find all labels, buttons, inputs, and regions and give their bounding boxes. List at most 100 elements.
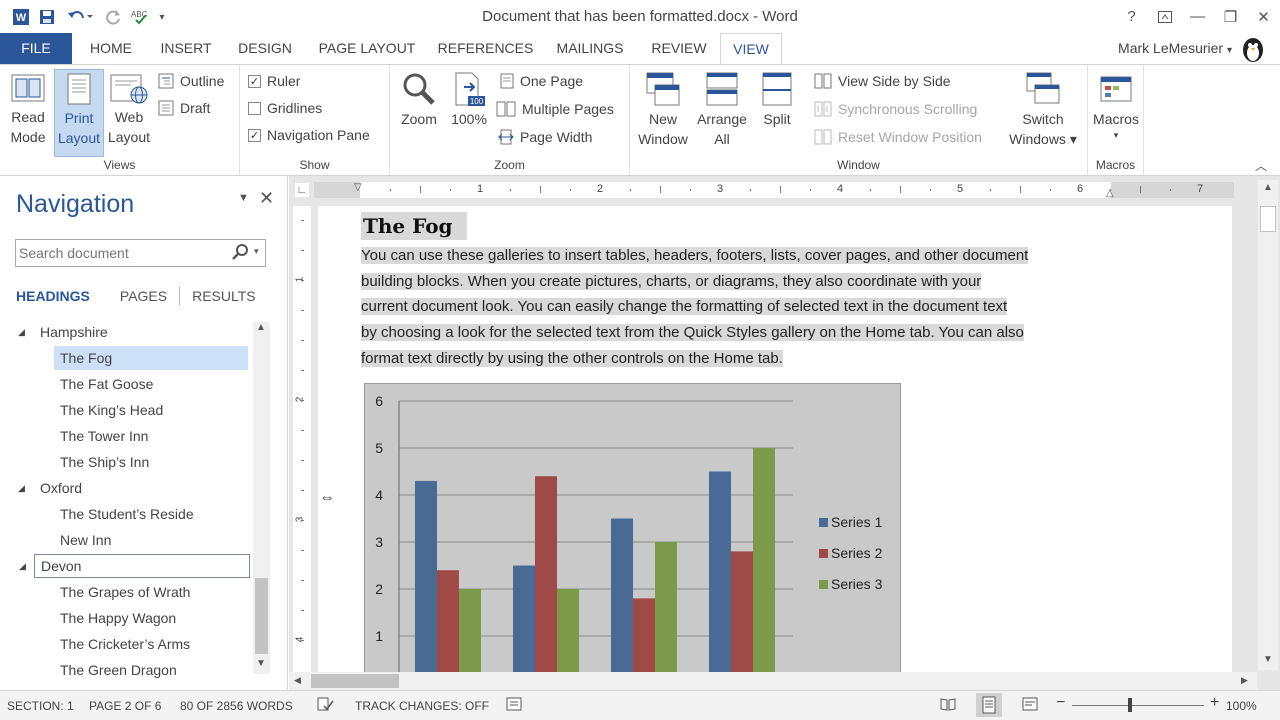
horizontal-ruler[interactable]: ▽ △ 1234567	[314, 182, 1234, 199]
help-button[interactable]: ?	[1115, 0, 1148, 33]
search-dropdown-icon[interactable]: ▾	[254, 246, 259, 257]
nav-subheading-item[interactable]: The Cricketer’s Arms	[54, 632, 248, 656]
zoom-out-button[interactable]: −	[1056, 694, 1065, 712]
split-button[interactable]: Split	[754, 69, 800, 129]
word-count[interactable]: 80 OF 2856 WORDS	[180, 699, 293, 713]
draft-button[interactable]: Draft	[158, 100, 210, 116]
tab-references[interactable]: REFERENCES	[433, 33, 538, 65]
nav-subheading-item[interactable]: New Inn	[54, 528, 248, 552]
arrange-all-button[interactable]: Arrange All	[694, 69, 750, 149]
tab-insert[interactable]: INSERT	[151, 33, 221, 65]
nav-heading-item[interactable]: ◢ Devon	[19, 554, 250, 578]
nav-subheading-item[interactable]: The Ship’s Inn	[54, 450, 248, 474]
minimize-button[interactable]: —	[1181, 0, 1214, 33]
tab-headings[interactable]: HEADINGS	[16, 287, 102, 305]
one-page-button[interactable]: One Page	[500, 73, 583, 89]
nav-subheading-item[interactable]: The King’s Head	[54, 398, 248, 422]
navigation-scrollbar[interactable]: ▲ ▼	[253, 322, 270, 674]
tab-design[interactable]: DESIGN	[229, 33, 301, 65]
ruler-checkbox[interactable]: ✓ Ruler	[248, 73, 300, 89]
macro-record-icon[interactable]	[506, 696, 522, 715]
zoom-100-button[interactable]: 100 100%	[446, 69, 492, 129]
section-indicator[interactable]: SECTION: 1	[7, 699, 74, 713]
reset-window-position-button[interactable]: Reset Window Position	[814, 129, 982, 145]
zoom-in-button[interactable]: +	[1210, 694, 1219, 712]
proofing-icon[interactable]	[316, 696, 334, 715]
gridlines-checkbox[interactable]: Gridlines	[248, 100, 322, 116]
zoom-button[interactable]: Zoom	[396, 69, 442, 129]
print-layout-button[interactable]: Print Layout	[54, 69, 104, 157]
scroll-down-icon[interactable]: ▼	[256, 658, 266, 669]
expand-triangle-icon[interactable]: ◢	[19, 555, 26, 577]
scroll-thumb[interactable]	[255, 578, 268, 654]
nav-heading-item[interactable]: ◢ Oxford	[18, 476, 250, 500]
tab-mailings[interactable]: MAILINGS	[547, 33, 633, 65]
page-width-button[interactable]: Page Width	[498, 129, 592, 145]
tab-pages[interactable]: PAGES	[108, 287, 179, 305]
tab-results[interactable]: RESULTS	[179, 287, 268, 305]
ribbon-display-options-icon[interactable]	[1148, 0, 1181, 33]
document-paragraph[interactable]: You can use these galleries to insert ta…	[361, 243, 1113, 372]
view-side-by-side-button[interactable]: View Side by Side	[814, 73, 951, 89]
page-indicator[interactable]: PAGE 2 OF 6	[89, 699, 161, 713]
nav-subheading-item[interactable]: The Green Dragon	[54, 658, 248, 682]
close-button[interactable]: ✕	[1247, 0, 1280, 33]
scroll-right-icon[interactable]: ▶	[1241, 675, 1248, 686]
nav-subheading-item[interactable]: The Fat Goose	[54, 372, 248, 396]
zoom-level[interactable]: 100%	[1226, 699, 1257, 713]
nav-subheading-item[interactable]: The Student’s Reside	[54, 502, 248, 526]
synchronous-scrolling-button[interactable]: Synchronous Scrolling	[814, 101, 977, 117]
nav-subheading-item[interactable]: The Happy Wagon	[54, 606, 248, 630]
expand-triangle-icon[interactable]: ◢	[18, 476, 25, 500]
switch-windows-button[interactable]: Switch Windows ▾	[1008, 69, 1078, 149]
scroll-down-icon[interactable]: ▼	[1263, 654, 1273, 665]
new-window-button[interactable]: New Window	[634, 69, 692, 149]
close-pane-icon[interactable]: ✕	[259, 188, 274, 209]
zoom-slider-track[interactable]	[1072, 705, 1204, 706]
tab-home[interactable]: HOME	[80, 33, 142, 65]
indent-marker-icon[interactable]: ▽	[354, 182, 362, 193]
navigation-pane-checkbox[interactable]: ✓ Navigation Pane	[248, 127, 370, 143]
vertical-scrollbar[interactable]: ▲ ▼	[1258, 180, 1278, 670]
scroll-up-icon[interactable]: ▲	[1263, 182, 1273, 193]
tab-review[interactable]: REVIEW	[641, 33, 717, 65]
nav-subheading-item[interactable]: The Grapes of Wrath	[54, 580, 248, 604]
restore-button[interactable]: ❐	[1214, 0, 1247, 33]
scroll-up-icon[interactable]: ▲	[256, 322, 266, 333]
nav-heading-item[interactable]: ◢ Hampshire	[18, 320, 250, 344]
search-input[interactable]: ▾	[15, 239, 266, 267]
expand-triangle-icon[interactable]: ◢	[18, 320, 25, 344]
scroll-left-icon[interactable]: ◀	[294, 675, 301, 686]
web-layout-icon[interactable]	[1022, 696, 1038, 715]
multiple-pages-button[interactable]: Multiple Pages	[496, 101, 614, 117]
tab-page-layout[interactable]: PAGE LAYOUT	[309, 33, 425, 65]
read-mode-icon[interactable]	[940, 696, 956, 715]
zoom-slider-thumb[interactable]	[1128, 698, 1132, 712]
search-icon[interactable]	[232, 243, 250, 266]
scroll-thumb[interactable]	[1260, 206, 1276, 232]
search-field[interactable]	[16, 240, 226, 266]
vertical-ruler[interactable]: 1234	[293, 206, 311, 672]
nav-subheading-item[interactable]: The Fog	[54, 346, 248, 370]
tab-file[interactable]: FILE	[0, 33, 72, 65]
read-mode-button[interactable]: Read Mode	[4, 69, 52, 147]
web-layout-button[interactable]: Web Layout	[106, 69, 152, 147]
outline-button[interactable]: Outline	[158, 73, 224, 89]
document-heading[interactable]: The Fog	[361, 212, 467, 240]
nav-subheading-item[interactable]: The Tower Inn	[54, 424, 248, 448]
track-changes-status[interactable]: TRACK CHANGES: OFF	[355, 699, 489, 713]
macros-group: Macros ▾ Macros	[1088, 65, 1144, 175]
macros-button[interactable]: Macros ▾	[1090, 69, 1142, 141]
print-layout-icon[interactable]	[976, 693, 1002, 717]
scroll-thumb[interactable]	[311, 674, 399, 688]
draft-label: Draft	[180, 100, 211, 116]
avatar[interactable]	[1238, 36, 1268, 64]
embedded-chart[interactable]: 1 2 3 4 5 6 Series 1 Series 2 Series 3	[364, 383, 901, 673]
collapse-ribbon-icon[interactable]: ︿	[1255, 157, 1267, 174]
nav-item-label: The Green Dragon	[60, 662, 177, 678]
tab-selector-icon[interactable]: ∟	[295, 183, 309, 197]
horizontal-scrollbar[interactable]: ◀ ▶	[289, 672, 1257, 690]
tab-view[interactable]: VIEW	[720, 33, 782, 66]
user-name[interactable]: Mark LeMesurier ▾	[1118, 40, 1232, 56]
pane-options-icon[interactable]: ▼	[238, 192, 249, 204]
